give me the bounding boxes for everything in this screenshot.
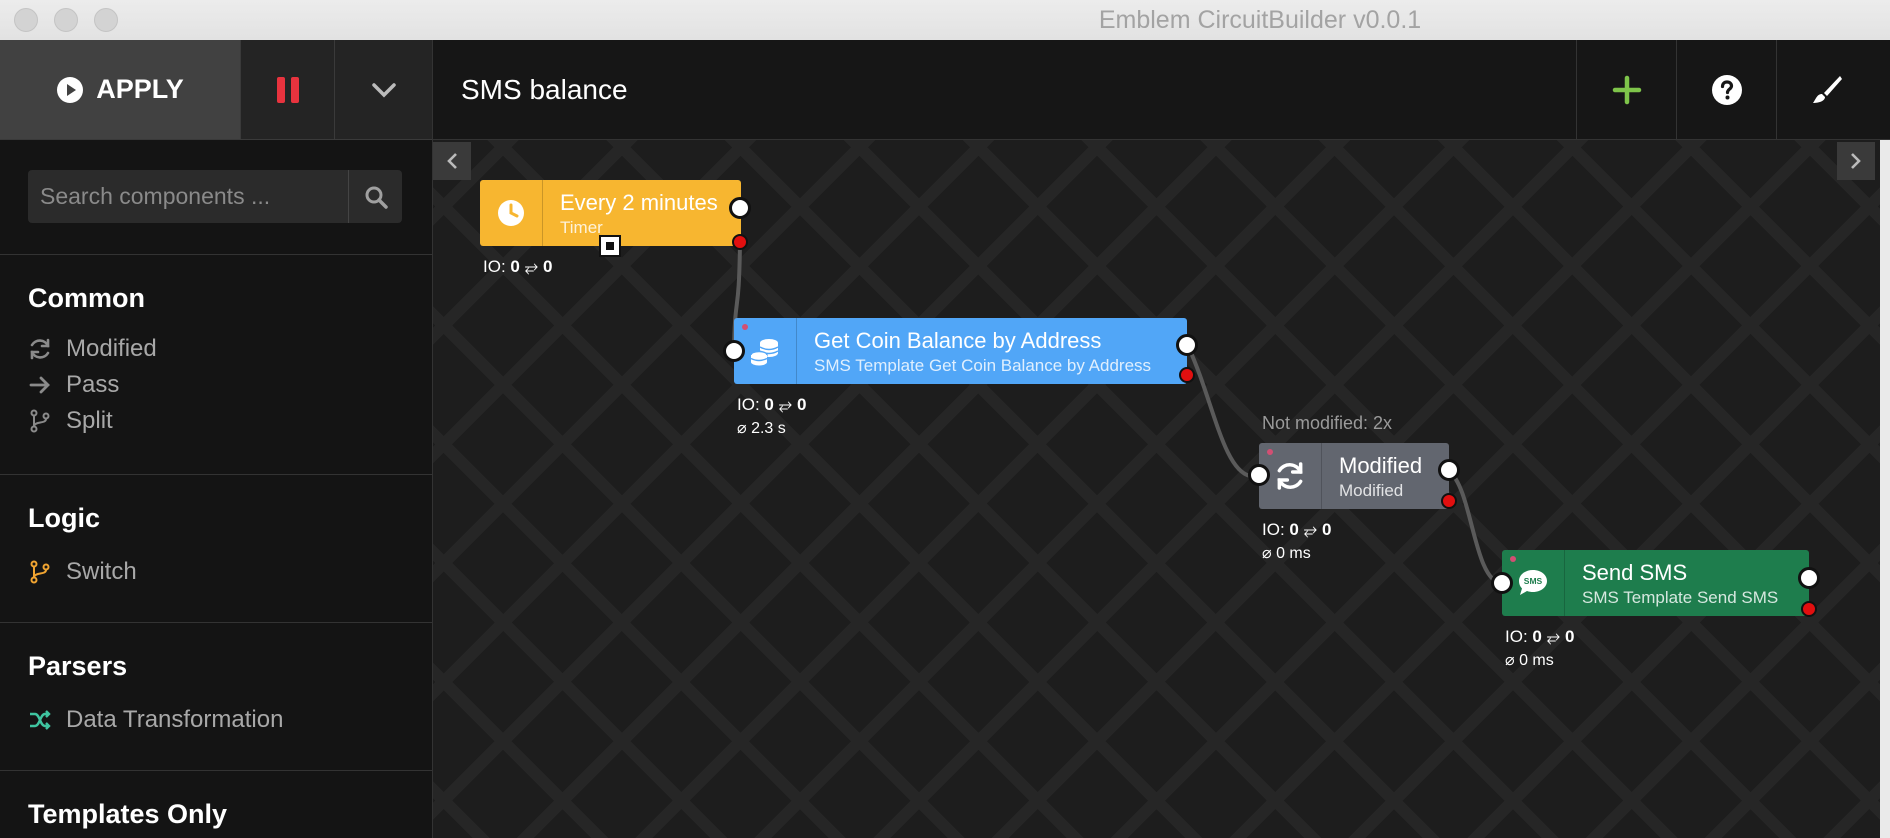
component-data-transformation[interactable]: Data Transformation (28, 702, 283, 738)
flow-canvas[interactable]: Every 2 minutes Timer IO: 0 ⥂ 0 Get Coin… (433, 140, 1880, 838)
refresh-icon (28, 337, 52, 361)
clock-icon (498, 200, 524, 226)
sms-output-port[interactable] (1798, 567, 1820, 589)
section-title-common: Common (28, 283, 145, 313)
window-scrollbar-edge[interactable] (1880, 140, 1890, 838)
wire-coin-to-modified (1186, 345, 1251, 478)
section-title-parsers: Parsers (28, 651, 128, 681)
node-modified[interactable]: Modified Modified (1259, 443, 1449, 509)
modified-avg-duration: ⌀ 0 ms (1262, 545, 1311, 562)
modified-input-port[interactable] (1248, 464, 1270, 486)
modified-error-port[interactable] (1441, 493, 1457, 509)
node-get-coin-balance[interactable]: Get Coin Balance by Address SMS Template… (734, 318, 1187, 384)
timer-trigger-button[interactable] (599, 235, 621, 257)
refresh-icon (1277, 462, 1303, 490)
sms-input-port[interactable] (1491, 572, 1513, 594)
component-label: Split (66, 407, 113, 434)
component-label: Pass (66, 371, 120, 398)
modified-io-counter: IO: 0 ⥂ 0 (1262, 520, 1332, 539)
timer-io-counter: IO: 0 ⥂ 0 (483, 257, 553, 276)
coin-error-port[interactable] (1179, 367, 1195, 383)
timer-output-port[interactable] (729, 197, 751, 219)
search-button[interactable] (348, 170, 402, 223)
plus-icon (1612, 75, 1642, 104)
section-templates-only: Templates Only (0, 770, 432, 838)
branch-icon (28, 409, 52, 433)
sms-chat-icon: SMS (1519, 570, 1547, 595)
sms-avg-duration: ⌀ 0 ms (1505, 652, 1554, 669)
modified-output-port[interactable] (1438, 459, 1460, 481)
window-titlebar: Emblem CircuitBuilder v0.0.1 (0, 0, 1890, 41)
paintbrush-icon (1813, 75, 1842, 103)
component-modified[interactable]: Modified (28, 331, 157, 367)
stop-icon (606, 242, 614, 250)
coin-output-port[interactable] (1176, 334, 1198, 356)
node-icon-box (480, 180, 543, 246)
modified-node-note: Not modified: 2x (1262, 413, 1393, 433)
arrow-right-icon (28, 373, 52, 397)
node-title: Send SMS (1582, 560, 1688, 585)
component-search (28, 170, 402, 223)
section-logic: Logic Switch (0, 474, 432, 621)
window-title: Emblem CircuitBuilder v0.0.1 (1098, 6, 1422, 34)
help-circle-icon (1712, 74, 1742, 105)
component-label: Switch (66, 558, 137, 585)
node-status-dot (1267, 449, 1273, 455)
node-title: Get Coin Balance by Address (814, 328, 1102, 353)
play-circle-icon (57, 76, 84, 103)
node-subtitle: Timer (560, 218, 603, 237)
component-switch[interactable]: Switch (28, 554, 137, 590)
sms-io-counter: IO: 0 ⥂ 0 (1505, 627, 1575, 646)
search-input[interactable] (28, 170, 348, 223)
flow-title[interactable]: SMS balance (461, 40, 628, 139)
wire-modified-to-sms (1447, 469, 1503, 586)
node-title: Modified (1339, 453, 1423, 478)
coins-icon (750, 339, 779, 366)
node-status-dot (1510, 556, 1516, 562)
node-subtitle: SMS Template Get Coin Balance by Address (814, 356, 1152, 375)
component-split[interactable]: Split (28, 403, 113, 439)
coin-avg-duration: ⌀ 2.3 s (737, 420, 786, 437)
section-title-logic: Logic (28, 503, 100, 533)
apply-button[interactable]: APPLY (0, 40, 240, 139)
node-title: Every 2 minutes (560, 190, 718, 215)
section-common: Common Modified Pass Split (0, 254, 432, 434)
shuffle-icon (28, 708, 52, 732)
node-subtitle: Modified (1339, 481, 1404, 500)
node-send-sms[interactable]: SMS Send SMS SMS Template Send SMS (1502, 550, 1809, 616)
node-subtitle: SMS Template Send SMS (1582, 588, 1779, 607)
coin-io-counter: IO: 0 ⥂ 0 (737, 395, 807, 414)
pause-button[interactable] (240, 40, 335, 139)
section-title-templates-only: Templates Only (28, 799, 228, 829)
timer-error-port[interactable] (732, 234, 748, 250)
component-label: Data Transformation (66, 706, 284, 733)
component-pass[interactable]: Pass (28, 367, 119, 403)
component-sidebar: APPLY Common Modified (0, 40, 433, 838)
run-toolbar: APPLY (0, 40, 432, 140)
branch-icon (28, 560, 52, 584)
node-status-dot (742, 324, 748, 330)
pause-icon (274, 76, 302, 103)
search-icon (365, 186, 388, 209)
flow-header: SMS balance (433, 40, 1890, 140)
chevron-down-icon (372, 82, 396, 97)
coin-input-port[interactable] (723, 340, 745, 362)
section-parsers: Parsers Data Transformation (0, 622, 432, 769)
add-component-button[interactable] (1576, 40, 1677, 139)
component-label: Modified (66, 335, 157, 362)
theme-button[interactable] (1776, 40, 1877, 139)
run-menu-button[interactable] (334, 40, 432, 139)
sms-error-port[interactable] (1801, 601, 1817, 617)
apply-label: APPLY (96, 74, 184, 104)
svg-text:SMS: SMS (1524, 576, 1543, 586)
help-button[interactable] (1676, 40, 1777, 139)
